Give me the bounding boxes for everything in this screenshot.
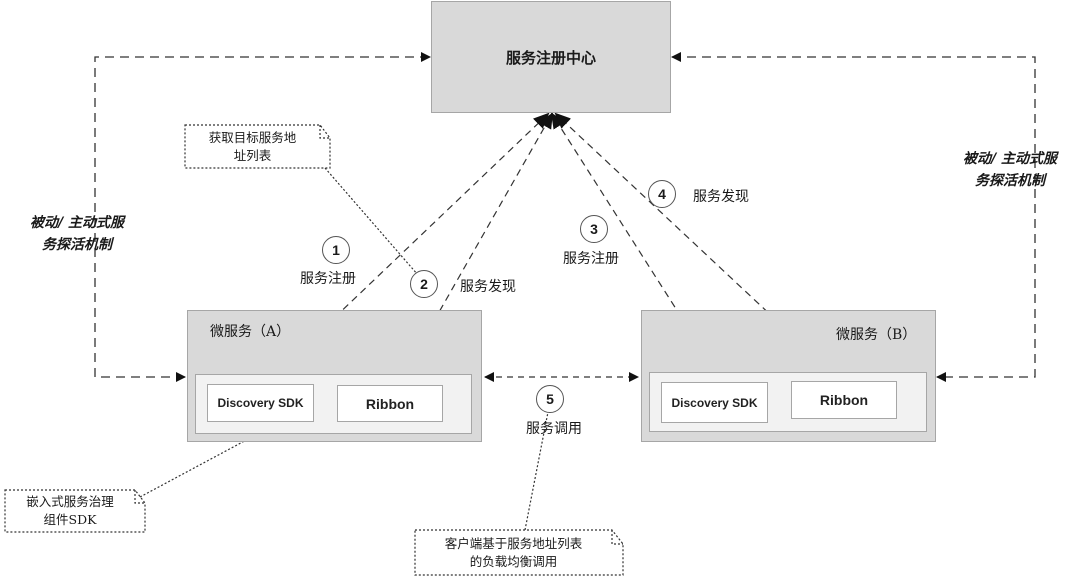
step-2-label: 服务发现 xyxy=(460,279,516,295)
note-embedded-sdk-line-1: 嵌入式服务治理 xyxy=(26,494,114,509)
step-1-number: 1 xyxy=(332,242,340,258)
service-a-ribbon-label: Ribbon xyxy=(365,395,415,412)
step-4-number: 4 xyxy=(658,186,666,202)
health-check-left-line-1: 被动/ 主动式服 xyxy=(30,215,124,231)
health-check-right-label: 被动/ 主动式服 务探活机制 xyxy=(963,148,1057,192)
step-5-badge: 5 xyxy=(536,385,564,413)
health-check-left-label: 被动/ 主动式服 务探活机制 xyxy=(30,212,124,256)
microservice-b-container: Discovery SDK Ribbon xyxy=(649,372,927,432)
note-get-list-line-2: 址列表 xyxy=(233,147,272,163)
service-b-ribbon: Ribbon xyxy=(791,381,897,419)
note-client-lb-line-2: 的负载均衡调用 xyxy=(469,553,558,569)
service-b-discovery-sdk: Discovery SDK xyxy=(661,382,768,423)
step-5-label: 服务调用 xyxy=(526,421,582,437)
note-client-load-balance: 客户端基于服务地址列表 的负载均衡调用 xyxy=(415,530,612,575)
step-1-badge: 1 xyxy=(322,236,350,264)
health-check-right-line-2: 务探活机制 xyxy=(975,173,1045,189)
health-check-left-line-2: 务探活机制 xyxy=(42,237,112,253)
step-2-number: 2 xyxy=(420,276,428,292)
step-3-label: 服务注册 xyxy=(563,251,619,267)
step-5-number: 5 xyxy=(546,391,554,407)
service-registry-center: 服务注册中心 xyxy=(431,1,671,113)
microservice-a: 微服务（A） Discovery SDK Ribbon xyxy=(187,310,482,442)
step-4-badge: 4 xyxy=(648,180,676,208)
note-get-target-list: 获取目标服务地 址列表 xyxy=(185,125,320,168)
note-embedded-sdk-line-2: 组件SDK xyxy=(43,512,97,527)
service-b-discovery-sdk-label: Discovery SDK xyxy=(671,395,758,410)
note-embedded-sdk: 嵌入式服务治理 组件SDK xyxy=(5,490,135,532)
note-client-lb-line-1: 客户端基于服务地址列表 xyxy=(444,535,583,551)
service-b-ribbon-label: Ribbon xyxy=(819,392,869,408)
microservice-a-container: Discovery SDK Ribbon xyxy=(195,374,472,434)
note-get-list-line-1: 获取目标服务地 xyxy=(208,129,297,145)
microservice-a-title: 微服务（A） xyxy=(210,324,291,340)
step-3-badge: 3 xyxy=(580,215,608,243)
step-4-label: 服务发现 xyxy=(693,189,749,205)
step-1-label: 服务注册 xyxy=(300,271,356,287)
registry-label: 服务注册中心 xyxy=(505,48,596,67)
service-a-ribbon: Ribbon xyxy=(337,385,443,422)
microservice-b-title: 微服务（B） xyxy=(836,327,917,343)
health-check-right-line-1: 被动/ 主动式服 xyxy=(963,151,1057,167)
service-a-discovery-sdk: Discovery SDK xyxy=(207,384,314,422)
microservice-b: 微服务（B） Discovery SDK Ribbon xyxy=(641,310,936,442)
step-2-badge: 2 xyxy=(410,270,438,298)
step-3-number: 3 xyxy=(590,221,598,237)
service-a-discovery-sdk-label: Discovery SDK xyxy=(217,396,304,410)
